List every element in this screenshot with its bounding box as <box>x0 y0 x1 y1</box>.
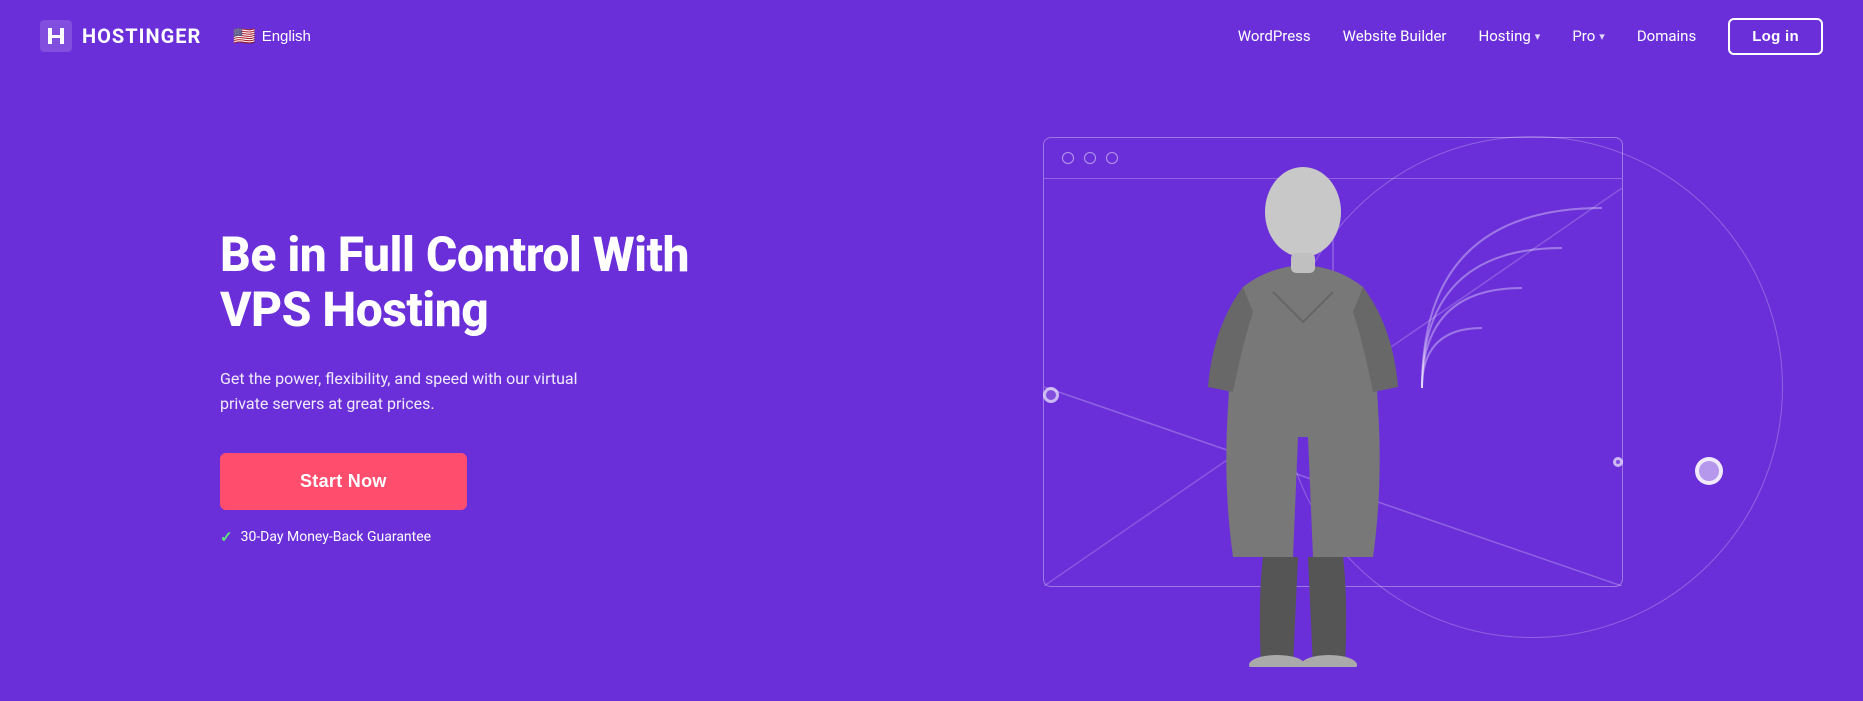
hero-section: Be in Full Control With VPS Hosting Get … <box>0 72 1863 701</box>
floating-dot-3 <box>1695 457 1723 485</box>
logo[interactable]: HOSTINGER <box>40 20 201 52</box>
cta-wrapper: Start Now <box>220 453 740 528</box>
nav-link-domains[interactable]: Domains <box>1637 23 1696 49</box>
nav-link-pro[interactable]: Pro ▾ <box>1572 23 1605 49</box>
nav-left: HOSTINGER 🇺🇸 English <box>40 20 319 52</box>
floating-dot-1 <box>1043 387 1059 403</box>
login-button[interactable]: Log in <box>1728 18 1823 55</box>
chevron-down-icon: ▾ <box>1599 30 1605 43</box>
browser-dot-3 <box>1106 152 1118 164</box>
browser-dot-1 <box>1062 152 1074 164</box>
language-selector[interactable]: 🇺🇸 English <box>225 22 319 51</box>
nav-link-wordpress[interactable]: WordPress <box>1238 23 1311 49</box>
navbar: HOSTINGER 🇺🇸 English WordPress Website B… <box>0 0 1863 72</box>
language-label: English <box>262 28 311 45</box>
hero-subtitle: Get the power, flexibility, and speed wi… <box>220 366 600 417</box>
hero-title: Be in Full Control With VPS Hosting <box>220 227 740 337</box>
floating-dot-4 <box>1613 457 1623 467</box>
check-icon: ✓ <box>220 528 233 546</box>
guarantee-badge: ✓ 30-Day Money-Back Guarantee <box>220 528 740 546</box>
hero-visual <box>1043 107 1743 667</box>
chevron-down-icon: ▾ <box>1535 30 1541 43</box>
nav-link-website-builder[interactable]: Website Builder <box>1343 23 1447 49</box>
nav-link-hosting[interactable]: Hosting ▾ <box>1479 23 1541 49</box>
browser-dot-2 <box>1084 152 1096 164</box>
hostinger-logo-icon <box>40 20 72 52</box>
hero-content: Be in Full Control With VPS Hosting Get … <box>220 227 740 546</box>
flag-icon: 🇺🇸 <box>233 26 255 47</box>
person-figure <box>1153 157 1453 667</box>
guarantee-text: 30-Day Money-Back Guarantee <box>241 529 432 545</box>
start-now-button[interactable]: Start Now <box>220 453 467 510</box>
brand-name: HOSTINGER <box>82 24 201 48</box>
nav-right: WordPress Website Builder Hosting ▾ Pro … <box>1238 18 1823 55</box>
